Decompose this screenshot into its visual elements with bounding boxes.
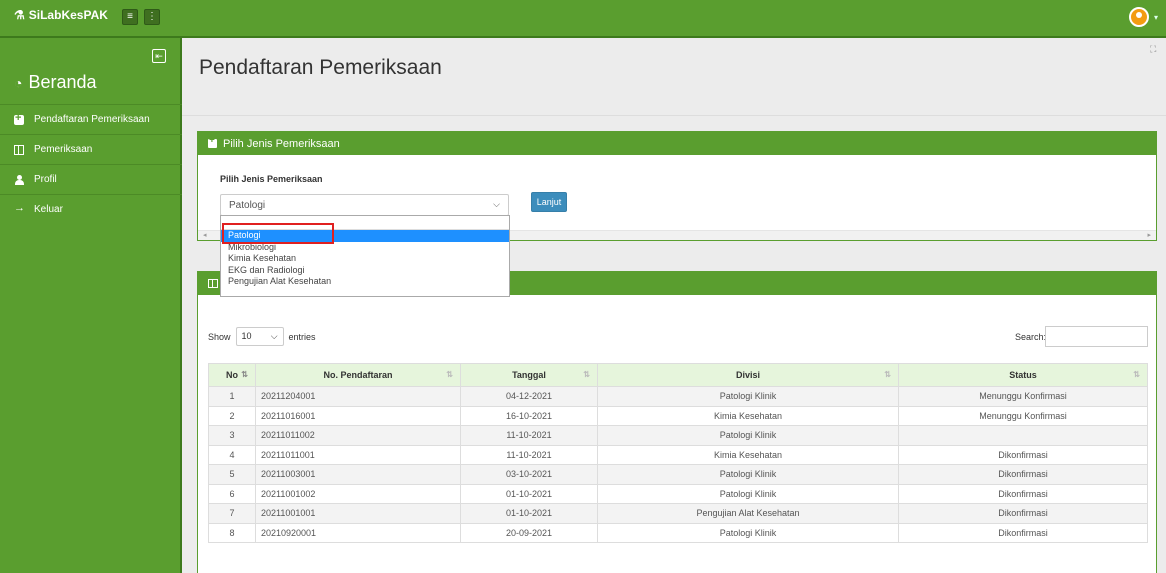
sidebar-item-keluar[interactable]: Keluar — [0, 194, 182, 224]
sort-asc-icon: ⇅ — [241, 370, 248, 379]
sidebar-item-pemeriksaan[interactable]: Pemeriksaan — [0, 134, 182, 164]
sidebar-title[interactable]: ◔ Beranda — [14, 72, 97, 93]
scroll-right-icon[interactable]: ▸ — [1147, 231, 1151, 239]
more-options-button[interactable]: ⋮ — [144, 9, 160, 25]
sort-icon: ⇅ — [446, 370, 453, 379]
search-label: Search: — [1015, 332, 1047, 342]
option-kimia-kesehatan[interactable]: Kimia Kesehatan — [221, 253, 509, 265]
registration-table: No ⇅ No. Pendaftaran ⇅ Tanggal ⇅ Divisi ⇅ St… — [208, 363, 1148, 543]
sign-out-icon — [14, 202, 25, 215]
search-input[interactable] — [1045, 326, 1148, 347]
exam-type-select[interactable]: Patologi ⌵ — [220, 194, 509, 216]
plus-square-icon — [14, 112, 24, 125]
chevron-down-icon[interactable]: ▾ — [1154, 13, 1158, 22]
table-row[interactable]: 3 20211011002 11-10-2021 Patologi Klinik — [208, 425, 1148, 446]
option-pengujian-alat-kesehatan[interactable]: Pengujian Alat Kesehatan — [221, 276, 509, 288]
user-icon — [14, 174, 24, 185]
column-header-tanggal[interactable]: Tanggal ⇅ — [460, 363, 598, 387]
registration-table-panel: Show 10 ⌵ entries Search: No ⇅ No. Pendaf… — [197, 271, 1157, 573]
entries-control: Show 10 ⌵ entries — [208, 327, 316, 346]
select-panel-header: Pilih Jenis Pemeriksaan — [198, 132, 1156, 155]
table-row[interactable]: 5 20211003001 03-10-2021 Patologi Klinik Dik… — [208, 464, 1148, 485]
sidebar-item-profil[interactable]: Profil — [0, 164, 182, 194]
sidebar-collapse-icon[interactable]: ⇤ — [152, 49, 166, 63]
table-row[interactable]: 4 20211011001 11-10-2021 Kimia Kesehatan Dik… — [208, 444, 1148, 465]
sidebar: ⇤ ◔ Beranda Pendaftaran Pemeriksaan Peme… — [0, 38, 182, 573]
sidebar-item-pendaftaran[interactable]: Pendaftaran Pemeriksaan — [0, 104, 182, 134]
flask-icon: ⚗ — [14, 8, 25, 22]
table-icon — [14, 144, 24, 155]
lanjut-button[interactable]: Lanjut — [531, 192, 567, 212]
brand-logo[interactable]: ⚗ SiLabKesPAK — [14, 8, 108, 22]
sort-icon: ⇅ — [884, 370, 891, 379]
brand-name: SiLabKesPAK — [28, 8, 108, 22]
entries-select[interactable]: 10 ⌵ — [235, 327, 284, 346]
column-header-no-pendaftaran[interactable]: No. Pendaftaran ⇅ — [255, 363, 461, 387]
top-navbar: ⚗ SiLabKesPAK ≡ ⋮ ▾ — [0, 0, 1166, 38]
column-header-no[interactable]: No ⇅ — [208, 363, 256, 387]
chevron-down-icon: ⌵ — [270, 331, 278, 341]
table-row[interactable]: 6 20211001002 01-10-2021 Patologi Klinik Dik… — [208, 483, 1148, 504]
table-row[interactable]: 1 20211204001 04-12-2021 Patologi Klinik Men… — [208, 386, 1148, 407]
scroll-left-icon[interactable]: ◂ — [203, 231, 207, 239]
table-icon — [208, 279, 218, 288]
exam-type-label: Pilih Jenis Pemeriksaan — [220, 174, 323, 184]
table-row[interactable]: 2 20211016001 16-10-2021 Kimia Kesehatan Men… — [208, 405, 1148, 426]
dashboard-icon: ◔ — [14, 74, 23, 91]
highlight-box — [222, 223, 334, 244]
chevron-down-icon: ⌵ — [493, 199, 500, 209]
sort-icon: ⇅ — [583, 370, 590, 379]
table-row[interactable]: 7 20211001001 01-10-2021 Pengujian Alat Kes… — [208, 503, 1148, 524]
fullscreen-icon[interactable]: ⛶ — [1150, 44, 1156, 55]
sort-icon: ⇅ — [1133, 370, 1140, 379]
user-avatar-icon[interactable] — [1129, 7, 1149, 27]
column-header-status[interactable]: Status ⇅ — [898, 363, 1148, 387]
table-row[interactable]: 8 20210920001 20-09-2021 Patologi Klinik Dik… — [208, 522, 1148, 543]
column-header-divisi[interactable]: Divisi ⇅ — [597, 363, 899, 387]
menu-toggle-button[interactable]: ≡ — [122, 9, 138, 25]
plus-square-icon — [208, 135, 217, 148]
option-ekg-radiologi[interactable]: EKG dan Radiologi — [221, 265, 509, 277]
page-title: Pendaftaran Pemeriksaan — [199, 56, 442, 79]
